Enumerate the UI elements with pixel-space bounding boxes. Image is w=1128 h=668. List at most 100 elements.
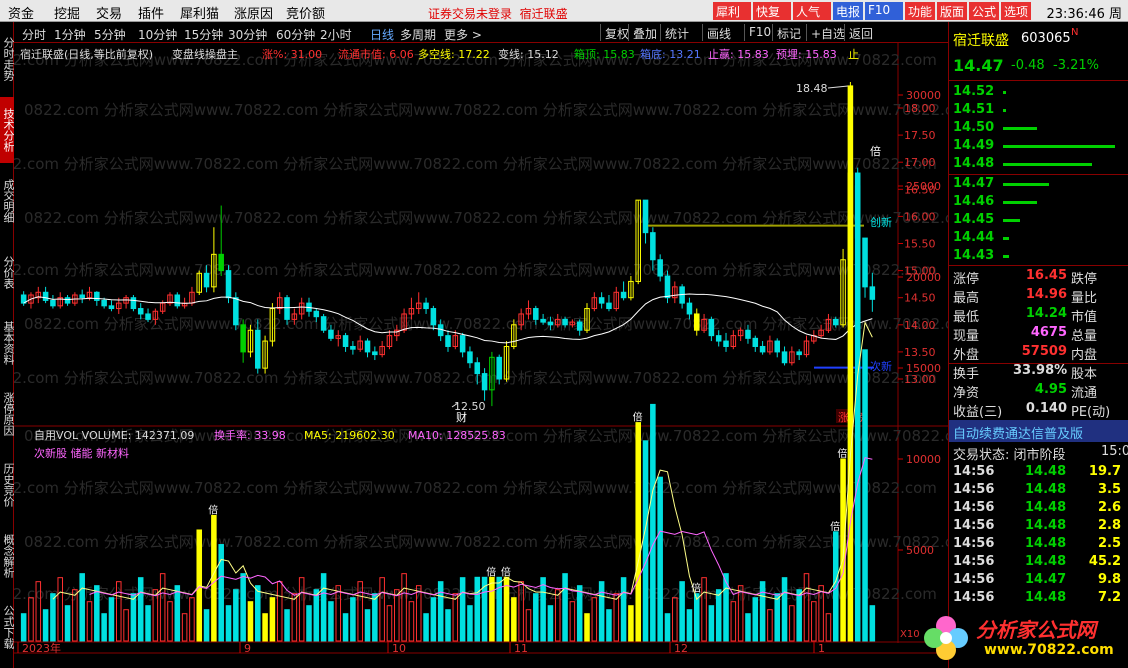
menu-button-1[interactable]: 快复盘 xyxy=(753,2,791,36)
period-tab-6[interactable]: 60分钟 xyxy=(276,26,315,43)
tick-time: 14:56 xyxy=(953,500,995,515)
promo-banner[interactable]: 自动续费通达信普及版 xyxy=(953,423,1083,442)
candle-body xyxy=(862,237,868,288)
candle-body xyxy=(796,351,802,356)
kline-chart[interactable]: 0822.com 分析家公式网www.70822.com 分析家公式网www.7… xyxy=(14,43,948,668)
stat-label: 现量 xyxy=(953,329,980,344)
menu-button-7[interactable]: 公式 xyxy=(969,2,999,20)
left-nav-item-7[interactable]: 概念解析 xyxy=(0,523,15,589)
period-tab-7[interactable]: 2小时 xyxy=(320,26,352,43)
volume-bar xyxy=(430,597,437,642)
candle-body xyxy=(313,310,320,318)
volume-bar xyxy=(796,589,802,642)
left-nav-item-3[interactable]: 分价表 xyxy=(0,239,15,305)
menu-button-2[interactable]: 人气榜 xyxy=(793,2,831,36)
toolbar-button-3[interactable]: 画线 xyxy=(702,24,735,41)
bid-depth-bar xyxy=(1003,183,1049,186)
menu-button-3[interactable]: 电报 xyxy=(833,2,863,20)
menu-button-0[interactable]: 犀利宝 xyxy=(713,2,751,36)
left-nav-item-0[interactable]: 分时走势 xyxy=(0,26,15,92)
period-tab-1[interactable]: 1分钟 xyxy=(54,26,86,43)
menu-item-zhangyuanyin[interactable]: 涨原因 xyxy=(234,3,273,22)
left-nav-item-2[interactable]: 成交明细 xyxy=(0,168,15,234)
menu-item-zijin[interactable]: 资金 xyxy=(8,3,34,22)
info-duokong: 多空线: 17.22 xyxy=(418,48,490,61)
left-nav-item-4[interactable]: 基本资料 xyxy=(0,310,15,376)
period-tab-8[interactable]: 日线 xyxy=(370,26,394,43)
period-tab-9[interactable]: 多周期 xyxy=(400,26,436,43)
volume-bar xyxy=(211,514,217,642)
date-axis-label: 2023年 xyxy=(22,641,61,655)
menu-button-4[interactable]: F10 xyxy=(865,2,903,20)
menu-item-jingjiae[interactable]: 竞价额 xyxy=(286,3,325,22)
volume-axis-label: 15000 xyxy=(906,362,941,375)
ask-price: 14.52 xyxy=(953,84,995,99)
chart-indicator-name[interactable]: 变盘线操盘主 xyxy=(172,46,238,62)
toolbar-button-4[interactable]: F10 xyxy=(744,24,775,41)
stat-label: 收益(三) xyxy=(953,405,1003,420)
toolbar-button-6[interactable]: +自选 xyxy=(806,24,849,41)
candle-body xyxy=(255,329,261,369)
ask-depth-bar xyxy=(1003,163,1093,166)
left-nav-item-1[interactable]: 技术分析 xyxy=(0,97,15,163)
menu-item-wajue[interactable]: 挖掘 xyxy=(54,3,80,22)
vol-info-ma5: MA5: 219602.30 xyxy=(304,429,395,442)
price-axis-label: 17.00 xyxy=(904,156,936,169)
login-notice: 证券交易未登录 宿迁联盛 xyxy=(428,5,568,22)
period-tab-4[interactable]: 15分钟 xyxy=(184,26,223,43)
watermark-text: 0822.com 分析家公式网www.70822.com 分析家公式网www.7… xyxy=(24,101,948,119)
bid-price: 14.46 xyxy=(953,194,995,209)
left-nav-item-5[interactable]: 涨停原因 xyxy=(0,381,15,447)
watermark-text: 0822.com 分析家公式网www.70822.com 分析家公式网www.7… xyxy=(14,155,937,173)
candle-body xyxy=(620,291,627,299)
login-status: 证券交易未登录 xyxy=(428,7,513,21)
volume-bar xyxy=(306,605,312,642)
menu-item-jiaoyi[interactable]: 交易 xyxy=(96,3,122,22)
volume-bar xyxy=(79,573,85,642)
info-zhi: 止 xyxy=(848,48,859,61)
period-tab-0[interactable]: 分时 xyxy=(22,26,46,43)
quote-price: 14.47 xyxy=(953,56,1004,75)
price-axis-label: 18.00 xyxy=(904,102,936,115)
candle-body xyxy=(137,308,144,315)
quote-panel: 宿迁联盛 603065 N 14.47 -0.48 -3.21% 14.52 14… xyxy=(948,22,1128,668)
period-tab-2[interactable]: 5分钟 xyxy=(94,26,126,43)
tick-volume: 2.5 xyxy=(1097,536,1121,551)
toolbar-button-1[interactable]: 叠加 xyxy=(628,24,661,41)
period-tab-10[interactable]: 更多 > xyxy=(444,26,482,43)
left-nav-item-8[interactable]: 公式下载 xyxy=(0,594,15,660)
volume-bar xyxy=(759,581,766,642)
volume-bar xyxy=(203,609,210,642)
trade-status: 交易状态: 闭市阶段 xyxy=(953,448,1066,463)
toolbar-button-2[interactable]: 统计 xyxy=(660,24,693,41)
period-tab-3[interactable]: 10分钟 xyxy=(138,26,177,43)
logo-text: 分析家公式网 xyxy=(976,618,1096,642)
candle-body xyxy=(693,313,700,331)
info-xiangdi: 箱底: 13.21 xyxy=(640,48,701,61)
vol-info-hsl: 换手率: 33.98 xyxy=(214,428,286,442)
menu-button-8[interactable]: 选项 xyxy=(1001,2,1031,20)
stat-value: 33.98% xyxy=(1013,363,1068,378)
chart-stock-name: 宿迁联盛(日线,等比前复权) xyxy=(20,48,154,61)
toolbar-button-5[interactable]: 标记 xyxy=(772,24,805,41)
stat-value: 0.140 xyxy=(1025,401,1067,416)
volume-bar xyxy=(620,577,627,642)
stat-value: 16.45 xyxy=(1025,268,1067,283)
menu-item-xilimao[interactable]: 犀利猫 xyxy=(180,3,219,22)
candle-body xyxy=(42,291,49,301)
menu-item-chajian[interactable]: 插件 xyxy=(138,3,164,22)
candle-body xyxy=(562,318,568,326)
price-axis-label: 17.50 xyxy=(904,129,936,142)
stat-label-2: 量比 xyxy=(1071,291,1098,306)
stat-label-2: 市值 xyxy=(1071,310,1098,325)
watermark-text: 0822.com 分析家公式网www.70822.com 分析家公式网www.7… xyxy=(24,315,948,333)
ask-depth-bar xyxy=(1003,109,1006,112)
period-tab-5[interactable]: 30分钟 xyxy=(228,26,267,43)
candle-body xyxy=(218,253,224,272)
left-nav: 分时走势技术分析成交明细分价表基本资料涨停原因历史竞价概念解析公式下载 xyxy=(0,22,15,668)
left-nav-item-6[interactable]: 历史竞价 xyxy=(0,452,15,518)
menu-button-5[interactable]: 功能 xyxy=(905,2,935,20)
menu-button-6[interactable]: 版面 xyxy=(937,2,967,20)
stat-value: 14.24 xyxy=(1025,306,1067,321)
toolbar-button-7[interactable]: 返回 xyxy=(844,24,877,41)
